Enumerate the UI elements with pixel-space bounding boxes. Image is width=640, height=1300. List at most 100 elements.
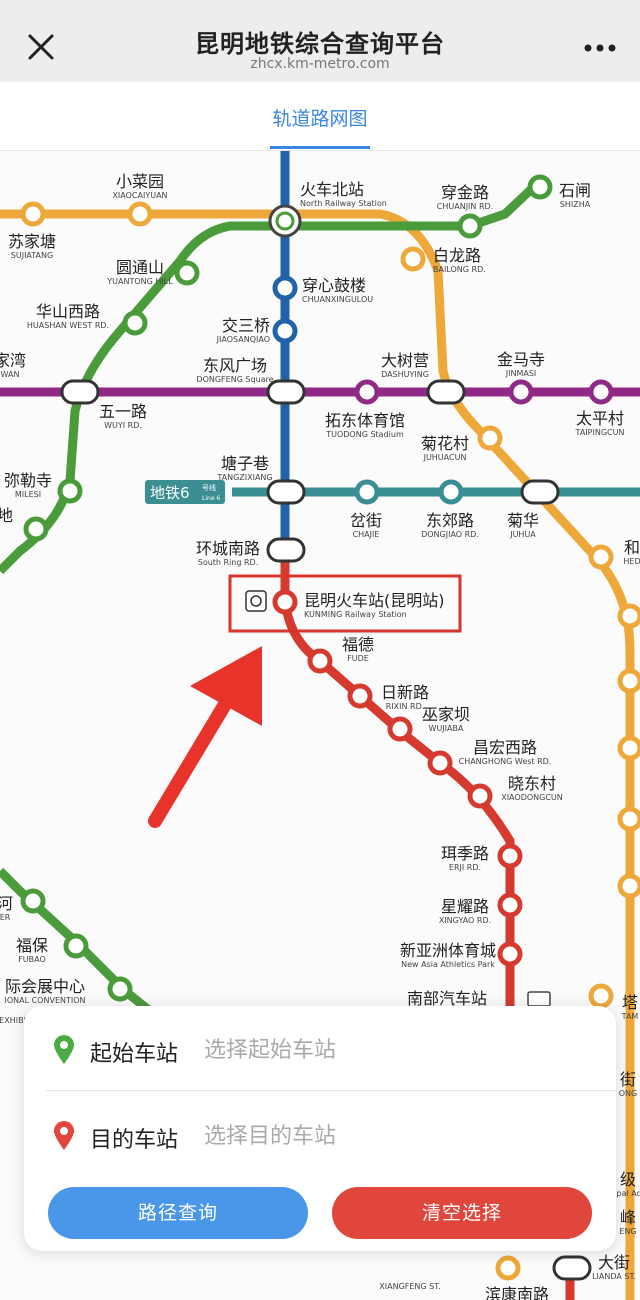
station-label-juhua[interactable]: 菊华JUHUA — [507, 511, 539, 539]
station-name-tuodongtiyuguan: 拓东体育馆 — [325, 411, 405, 430]
station-label-huochebeizhan[interactable]: 火车北站North Railway Station — [300, 180, 387, 208]
destination-station-input[interactable] — [204, 1118, 594, 1154]
station-dot-east-2[interactable] — [617, 668, 640, 694]
station-dot-ta[interactable] — [588, 983, 614, 1009]
station-label-xiaocaiyuan[interactable]: 小菜园XIAOCAIYUAN — [112, 172, 167, 200]
station-label-he[interactable]: 和HED — [623, 538, 640, 566]
route-query-button[interactable]: 路径查询 — [48, 1187, 308, 1239]
station-dot-chajie[interactable] — [354, 479, 380, 505]
station-dot-east-3[interactable] — [617, 735, 640, 761]
station-label-huanchengnanlu[interactable]: 环城南路South Ring RD. — [196, 539, 260, 567]
station-dot-east-1[interactable] — [617, 603, 640, 629]
transfer-dongfeng[interactable] — [266, 379, 306, 405]
transfer-juhua[interactable] — [520, 479, 560, 505]
more-button[interactable] — [580, 36, 620, 60]
station-dot-changhong[interactable] — [427, 750, 453, 776]
station-label-jiaosanqiao[interactable]: 交三桥JIAOSANQIAO — [216, 316, 270, 344]
station-label-guojihuizhanzhongxin[interactable]: 际会展中心IONAL CONVENTION — [4, 977, 85, 1005]
station-dot-east-4[interactable] — [617, 806, 640, 832]
station-name-jie: 街 — [620, 1070, 636, 1089]
station-label-erjilu[interactable]: 珥季路ERJI RD. — [441, 844, 489, 872]
station-dot-shizha[interactable] — [527, 174, 553, 200]
station-label-jie[interactable]: 街ONG — [619, 1070, 637, 1098]
station-huochebeizhan-hub[interactable] — [268, 204, 302, 238]
origin-row[interactable]: 起始车站 — [24, 1010, 616, 1090]
station-label-chuanxingulou[interactable]: 穿心鼓楼CHUANXINGULOU — [302, 276, 373, 304]
station-dot-fude[interactable] — [307, 648, 333, 674]
station-label-he2[interactable]: 河ER — [0, 894, 13, 922]
station-dot-bailong[interactable] — [400, 246, 426, 272]
station-label-sujiatang[interactable]: 苏家塘SUJIATANG — [8, 232, 56, 260]
station-dot-jinmasi[interactable] — [508, 379, 534, 405]
station-label-shizha[interactable]: 石闸SHIZHA — [559, 181, 591, 209]
station-label-feng[interactable]: 峰ENG — [619, 1208, 636, 1236]
station-label-xiangfeng[interactable]: XIANGFENG ST. — [379, 1282, 440, 1291]
station-label-dajie[interactable]: 大街LIANDA ST. — [592, 1253, 636, 1281]
station-dot-di[interactable] — [23, 516, 49, 542]
station-dot-xiaodong[interactable] — [467, 783, 493, 809]
station-dot-fubao[interactable] — [63, 933, 89, 959]
station-label-di[interactable]: 地 — [0, 506, 13, 525]
station-label-chajie[interactable]: 岔街CHAJIE — [350, 511, 382, 539]
station-label-jiji[interactable]: 级ipal Ad — [614, 1170, 640, 1198]
station-dot-dongjiao[interactable] — [438, 479, 464, 505]
station-dot-juhuacun[interactable] — [477, 425, 503, 451]
station-label-xinyazhoutiyucheng[interactable]: 新亚洲体育城New Asia Athletics Park — [400, 941, 496, 969]
station-label-dongjiaolu[interactable]: 东郊路DONGJIAO RD. — [421, 511, 479, 539]
station-label-jinmasi[interactable]: 金马寺JINMASI — [497, 350, 545, 378]
station-label-bailonglu[interactable]: 白龙路BAILONG RD. — [433, 246, 486, 274]
station-name-wujiaba: 巫家坝 — [422, 705, 470, 724]
station-label-kunminghuochezhan[interactable]: 昆明火车站(昆明站)KUNMING Railway Station — [304, 591, 445, 619]
transfer-wuyi[interactable] — [60, 379, 100, 405]
station-dot-tuodong[interactable] — [354, 379, 380, 405]
station-label-changhongxilu[interactable]: 昌宏西路CHANGHONG West RD. — [459, 738, 552, 766]
station-dot-xingyao[interactable] — [497, 892, 523, 918]
station-dot-chuanxin[interactable] — [272, 275, 298, 301]
station-label-taipingcun[interactable]: 太平村TAIPINGCUN — [575, 409, 625, 437]
transfer-dashuying[interactable] — [426, 379, 466, 405]
station-dot-kunming[interactable] — [272, 589, 298, 615]
station-label-fubao[interactable]: 福保FUBAO — [16, 936, 48, 964]
station-dot-taiping[interactable] — [588, 379, 614, 405]
station-label-jiawan[interactable]: 家湾WAN — [0, 351, 26, 379]
station-label-xiaodongcun[interactable]: 晓东村XIAODONGCUN — [501, 774, 563, 802]
station-dot-jiaosan[interactable] — [272, 318, 298, 344]
station-label-yuantongshan[interactable]: 圆通山YUANTONG HILL — [106, 258, 173, 286]
station-label-chuanjinlu[interactable]: 穿金路CHUANJIN RD. — [437, 183, 493, 211]
station-dot-bottom[interactable] — [495, 1255, 521, 1281]
destination-row[interactable]: 目的车站 — [24, 1096, 616, 1176]
station-dot-east-5[interactable] — [617, 873, 640, 899]
station-label-huashanxilu[interactable]: 华山西路HUASHAN WEST RD. — [27, 302, 109, 330]
station-dot-chuanjin[interactable] — [457, 213, 483, 239]
station-label-mileisi[interactable]: 弥勒寺MILESI — [4, 471, 52, 499]
station-dot-guoji[interactable] — [107, 976, 133, 1002]
station-label-tangzixiang[interactable]: 塘子巷TANGZIXIANG — [216, 454, 272, 482]
tab-network-map[interactable]: 轨道路网图 — [260, 104, 380, 131]
station-dot-huashan[interactable] — [122, 310, 148, 336]
station-label-fude[interactable]: 福德FUDE — [342, 635, 374, 663]
station-dot-he2[interactable] — [20, 888, 46, 914]
origin-station-input[interactable] — [204, 1032, 594, 1068]
clear-selection-button[interactable]: 清空选择 — [332, 1187, 592, 1239]
station-label-xingyaolu[interactable]: 星耀路XINGYAO RD. — [439, 897, 491, 925]
station-label-ta[interactable]: 塔TAM — [621, 993, 639, 1021]
station-dot-xinyazhou[interactable] — [497, 941, 523, 967]
station-label-wujiaba[interactable]: 巫家坝WUJIABA — [422, 705, 470, 733]
station-dot-yuantong[interactable] — [174, 260, 200, 286]
transfer-huancheng[interactable] — [266, 537, 306, 563]
station-label-tuodongtiyuguan[interactable]: 拓东体育馆TUODONG Stadium — [325, 411, 405, 439]
station-label-binkangnanlu[interactable]: 滨康南路 — [485, 1285, 549, 1300]
station-label-dongfengguangchang[interactable]: 东风广场DONGFENG Square — [196, 356, 273, 384]
station-label-juhuacun[interactable]: 菊花村JUHUACUN — [421, 434, 469, 462]
station-dot-milesi[interactable] — [57, 478, 83, 504]
station-dot-xiaocaiyuan[interactable] — [127, 201, 153, 227]
station-dot-rixin[interactable] — [347, 683, 373, 709]
station-label-wuyilu[interactable]: 五一路WUYI RD. — [99, 402, 147, 430]
station-dot-wujiaba[interactable] — [387, 716, 413, 742]
transfer-bottom[interactable] — [552, 1255, 592, 1281]
station-dot-sujiatang[interactable] — [20, 201, 46, 227]
station-label-dashuying[interactable]: 大树营DASHUYING — [381, 351, 429, 379]
station-dot-erji[interactable] — [497, 843, 523, 869]
transfer-tangzixiang[interactable] — [266, 479, 306, 505]
station-dot-he[interactable] — [588, 544, 614, 570]
